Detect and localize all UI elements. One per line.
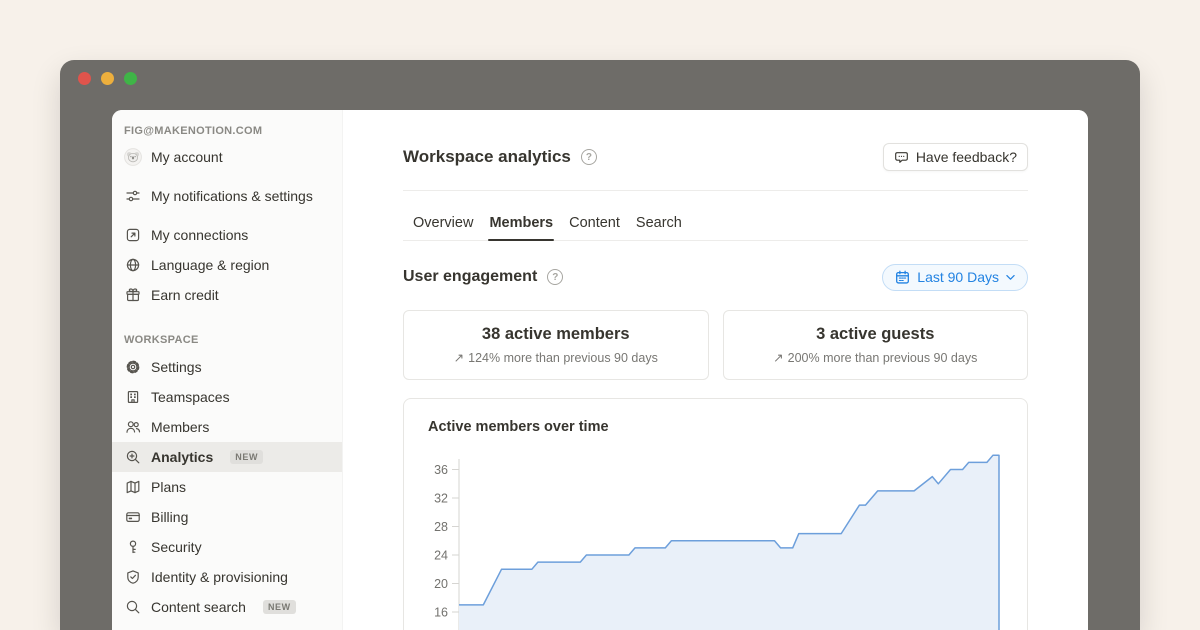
trend-up-arrow-icon: ↗: [454, 350, 464, 365]
sidebar-item-plans[interactable]: Plans: [112, 472, 342, 502]
stat-delta-text: 124% more than previous 90 days: [468, 351, 658, 365]
avatar-koala-icon: [124, 148, 142, 166]
shield-check-icon: [124, 568, 142, 586]
gear-icon: [124, 358, 142, 376]
header-divider: [403, 190, 1028, 191]
active-members-over-time-chart: 36 32 28 24 20 16: [404, 445, 1028, 630]
sidebar-item-content-search[interactable]: Content search NEW: [112, 592, 342, 622]
settings-dialog: FIG@MAKENOTION.COM My account My notific…: [112, 110, 1088, 630]
sidebar-item-members[interactable]: Members: [112, 412, 342, 442]
active-members-chart-card: Active members over time 36 32 28 24 20 16: [403, 398, 1028, 630]
settings-sidebar: FIG@MAKENOTION.COM My account My notific…: [112, 110, 343, 630]
svg-text:32: 32: [434, 492, 448, 506]
sidebar-item-label: Content search: [151, 599, 246, 615]
stat-value: 38 active members: [482, 325, 630, 344]
sidebar-item-label: Plans: [151, 479, 186, 495]
sidebar-item-analytics[interactable]: Analytics NEW: [112, 442, 342, 472]
sidebar-item-label: Analytics: [151, 449, 213, 465]
magnifier-plus-icon: [124, 448, 142, 466]
gift-icon: [124, 286, 142, 304]
new-badge: NEW: [230, 450, 263, 464]
tab-overview[interactable]: Overview: [413, 210, 473, 241]
new-badge: NEW: [263, 600, 296, 614]
trend-up-arrow-icon: ↗: [773, 350, 783, 365]
sidebar-item-my-connections[interactable]: My connections: [112, 220, 342, 250]
chart-title: Active members over time: [428, 419, 609, 435]
tab-search[interactable]: Search: [636, 210, 682, 241]
zoom-button[interactable]: [124, 72, 137, 85]
sidebar-item-teamspaces[interactable]: Teamspaces: [112, 382, 342, 412]
date-range-dropdown[interactable]: Last 90 Days: [882, 264, 1028, 291]
tab-content[interactable]: Content: [569, 210, 620, 241]
minimize-button[interactable]: [101, 72, 114, 85]
page-title: Workspace analytics: [403, 147, 571, 167]
app-window: FIG@MAKENOTION.COM My account My notific…: [60, 60, 1140, 630]
stat-value: 3 active guests: [816, 325, 934, 344]
sidebar-item-label: Language & region: [151, 257, 269, 273]
sidebar-item-label: Settings: [151, 359, 202, 375]
analytics-main-pane: Workspace analytics ? Have feedback? Ove…: [343, 110, 1088, 630]
svg-text:36: 36: [434, 463, 448, 477]
sidebar-item-label: Earn credit: [151, 287, 219, 303]
have-feedback-button[interactable]: Have feedback?: [883, 143, 1028, 171]
sidebar-item-my-notifications-settings[interactable]: My notifications & settings: [112, 172, 342, 220]
magnifier-icon: [124, 598, 142, 616]
globe-icon: [124, 256, 142, 274]
sidebar-item-earn-credit[interactable]: Earn credit: [112, 280, 342, 310]
workspace-section-header: WORKSPACE: [112, 328, 342, 352]
sidebar-item-label: Teamspaces: [151, 389, 230, 405]
sidebar-item-my-account[interactable]: My account: [112, 142, 342, 172]
credit-card-icon: [124, 508, 142, 526]
close-button[interactable]: [78, 72, 91, 85]
stat-delta-text: 200% more than previous 90 days: [788, 351, 978, 365]
sidebar-item-label: My connections: [151, 227, 248, 243]
window-controls: [78, 72, 137, 85]
arrow-up-right-box-icon: [124, 226, 142, 244]
chevron-down-icon: [1006, 274, 1015, 281]
section-title: User engagement: [403, 268, 537, 286]
sidebar-item-label: Members: [151, 419, 209, 435]
building-icon: [124, 388, 142, 406]
svg-text:20: 20: [434, 577, 448, 591]
sidebar-item-identity-provisioning[interactable]: Identity & provisioning: [112, 562, 342, 592]
sidebar-item-billing[interactable]: Billing: [112, 502, 342, 532]
have-feedback-label: Have feedback?: [916, 149, 1017, 165]
svg-text:24: 24: [434, 549, 448, 563]
sidebar-item-label: Identity & provisioning: [151, 569, 288, 585]
tab-members[interactable]: Members: [489, 210, 553, 241]
date-range-label: Last 90 Days: [917, 269, 999, 285]
calendar-icon: [895, 270, 910, 285]
svg-text:28: 28: [434, 520, 448, 534]
people-icon: [124, 418, 142, 436]
map-icon: [124, 478, 142, 496]
speech-bubble-icon: [894, 150, 909, 165]
sliders-icon: [124, 187, 142, 205]
active-guests-stat-card: 3 active guests ↗ 200% more than previou…: [723, 310, 1029, 380]
sidebar-item-label: My notifications & settings: [151, 186, 313, 206]
sidebar-item-label: My account: [151, 149, 223, 165]
help-icon[interactable]: ?: [547, 269, 563, 285]
active-members-stat-card: 38 active members ↗ 124% more than previ…: [403, 310, 709, 380]
analytics-tabs: Overview Members Content Search: [403, 210, 1028, 241]
sidebar-item-settings[interactable]: Settings: [112, 352, 342, 382]
sidebar-item-language-region[interactable]: Language & region: [112, 250, 342, 280]
help-icon[interactable]: ?: [581, 149, 597, 165]
account-email-header: FIG@MAKENOTION.COM: [112, 120, 342, 142]
sidebar-item-label: Security: [151, 539, 202, 555]
svg-text:16: 16: [434, 606, 448, 620]
sidebar-item-label: Billing: [151, 509, 188, 525]
sidebar-item-security[interactable]: Security: [112, 532, 342, 562]
key-icon: [124, 538, 142, 556]
